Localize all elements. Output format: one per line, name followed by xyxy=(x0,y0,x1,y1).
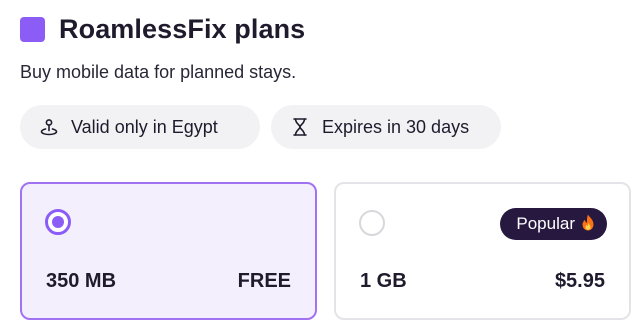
pill-label: Valid only in Egypt xyxy=(71,116,218,137)
plan-card-350mb[interactable]: 350 MB FREE xyxy=(20,182,317,320)
pill-label: Expires in 30 days xyxy=(322,116,470,137)
popular-badge: Popular xyxy=(500,208,607,240)
plan-size: 350 MB xyxy=(46,270,117,292)
plan-radio-selected[interactable] xyxy=(45,209,71,235)
plan-card-1gb[interactable]: Popular 1 GB $5.95 xyxy=(334,182,631,320)
expiry-pill: Expires in 30 days xyxy=(271,105,501,149)
hourglass-icon xyxy=(289,116,311,138)
validity-region-pill: Valid only in Egypt xyxy=(20,105,260,149)
page-title: RoamlessFix plans xyxy=(59,14,306,44)
header: RoamlessFix plans xyxy=(20,14,305,45)
plan-price: FREE xyxy=(237,270,291,292)
plan-size: 1 GB xyxy=(360,270,407,292)
badge-label: Popular xyxy=(516,214,575,233)
page-subtitle: Buy mobile data for planned stays. xyxy=(20,62,297,82)
plan-radio[interactable] xyxy=(359,210,385,236)
brand-logo-square xyxy=(20,17,45,42)
fire-icon xyxy=(581,214,595,235)
map-pin-icon xyxy=(38,116,60,138)
plan-price: $5.95 xyxy=(554,270,605,292)
